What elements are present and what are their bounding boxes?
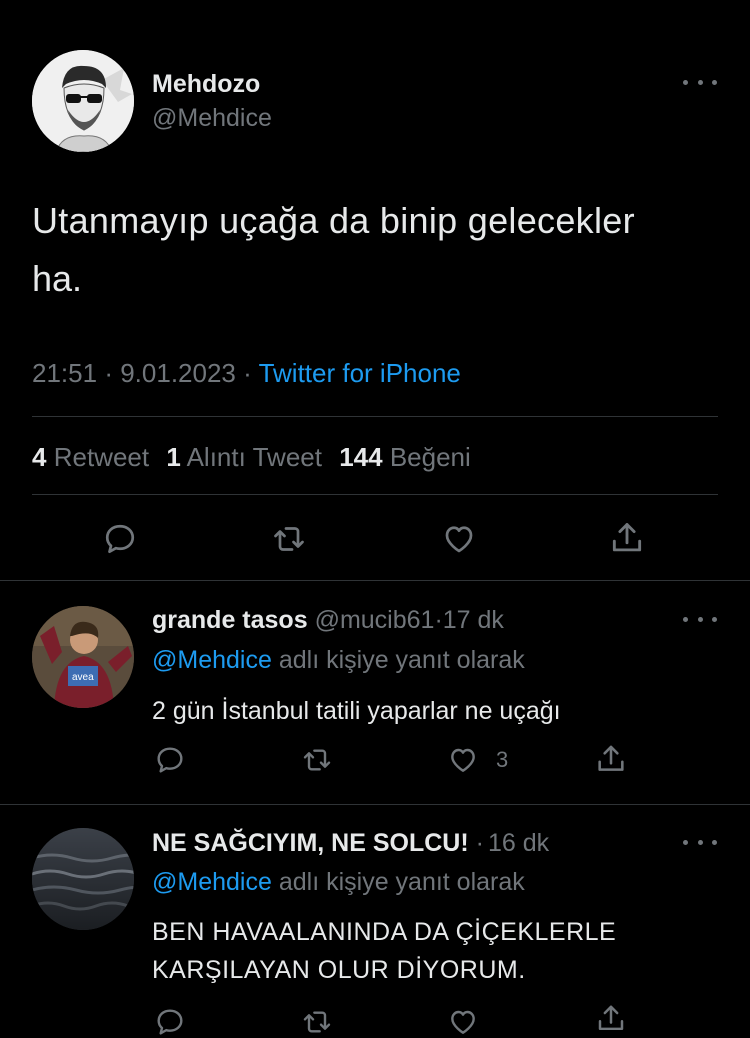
reply-like-count: 3 (496, 747, 509, 772)
reply-avatar[interactable] (32, 828, 134, 930)
retweet-label: Retweet (53, 442, 150, 472)
share-icon[interactable] (594, 742, 628, 776)
retweet-count: 4 (32, 442, 47, 472)
quote-label: Alıntı Tweet (186, 442, 322, 472)
more-options-icon[interactable] (683, 837, 717, 847)
like-label: Beğeni (389, 442, 471, 472)
meta-separator: · (243, 358, 252, 388)
reply-icon[interactable] (102, 521, 138, 557)
divider (0, 804, 750, 805)
jersey-sponsor: avea (72, 672, 94, 683)
like-icon[interactable] (446, 1006, 480, 1038)
reply-text: 2 gün İstanbul tatili yaparlar ne uçağı (152, 697, 561, 725)
reply-text-line-2: KARŞILAYAN OLUR DİYORUM. (152, 956, 526, 984)
reply-display-name[interactable]: NE SAĞCIYIM, NE SOLCU! (152, 829, 469, 857)
reply-handle[interactable]: @mucib61 (315, 606, 435, 634)
reply-to-context: @Mehdice adlı kişiye yanıt olarak (152, 646, 525, 675)
like-icon[interactable]: 3 (446, 744, 508, 776)
retweet-icon[interactable] (300, 1006, 334, 1038)
share-icon[interactable] (608, 519, 646, 557)
divider (0, 580, 750, 581)
like-stat[interactable]: 144 Beğeni (339, 442, 471, 472)
reply-separator: · (475, 829, 484, 857)
reply-separator: · (434, 606, 443, 634)
quote-count: 1 (166, 442, 181, 472)
reply-to-handle-link[interactable]: @Mehdice (152, 646, 272, 674)
reply-to-suffix: adlı kişiye yanıt olarak (278, 646, 525, 674)
like-count: 144 (339, 442, 383, 472)
reply-icon[interactable] (154, 744, 186, 776)
reply-icon[interactable] (154, 1006, 186, 1038)
reply-text-line-1: BEN HAVAALANINDA DA ÇİÇEKLERLE (152, 918, 617, 946)
author-handle[interactable]: @Mehdice (152, 104, 272, 133)
like-icon[interactable] (440, 521, 478, 557)
reply-time: 16 dk (487, 829, 550, 857)
tweet-time: 21:51 (32, 358, 98, 388)
divider (32, 416, 718, 417)
reply-to-context: @Mehdice adlı kişiye yanıt olarak (152, 868, 525, 897)
retweet-icon[interactable] (300, 744, 334, 776)
tweet-date: 9.01.2023 (120, 358, 236, 388)
engagement-stats: 4 Retweet 1 Alıntı Tweet 144 Beğeni (32, 442, 471, 473)
tweet-text-line-2: ha. (32, 258, 83, 299)
reply-time: 17 dk (442, 606, 504, 634)
reply-display-name[interactable]: grande tasos (152, 606, 308, 634)
reply-to-suffix: adlı kişiye yanıt olarak (278, 868, 525, 896)
author-display-name[interactable]: Mehdozo (152, 70, 260, 99)
reply-header: grande tasos @mucib61·17 dk (152, 606, 504, 635)
tweet-source-link[interactable]: Twitter for iPhone (259, 358, 461, 388)
more-options-icon[interactable] (683, 614, 717, 624)
share-icon[interactable] (594, 1002, 628, 1035)
reply-avatar[interactable]: avea (32, 606, 134, 708)
author-avatar[interactable] (32, 50, 134, 152)
retweet-stat[interactable]: 4 Retweet (32, 442, 156, 472)
meta-separator: · (104, 358, 113, 388)
divider (32, 494, 718, 495)
tweet-meta: 21:51 · 9.01.2023 · Twitter for iPhone (32, 358, 461, 389)
reply-header: NE SAĞCIYIM, NE SOLCU! · 16 dk (152, 829, 549, 858)
reply-to-handle-link[interactable]: @Mehdice (152, 868, 272, 896)
quote-stat[interactable]: 1 Alıntı Tweet (166, 442, 329, 472)
retweet-icon[interactable] (270, 521, 308, 557)
tweet-text-line-1: Utanmayıp uçağa da binip gelecekler (32, 200, 635, 241)
more-options-icon[interactable] (683, 77, 717, 87)
